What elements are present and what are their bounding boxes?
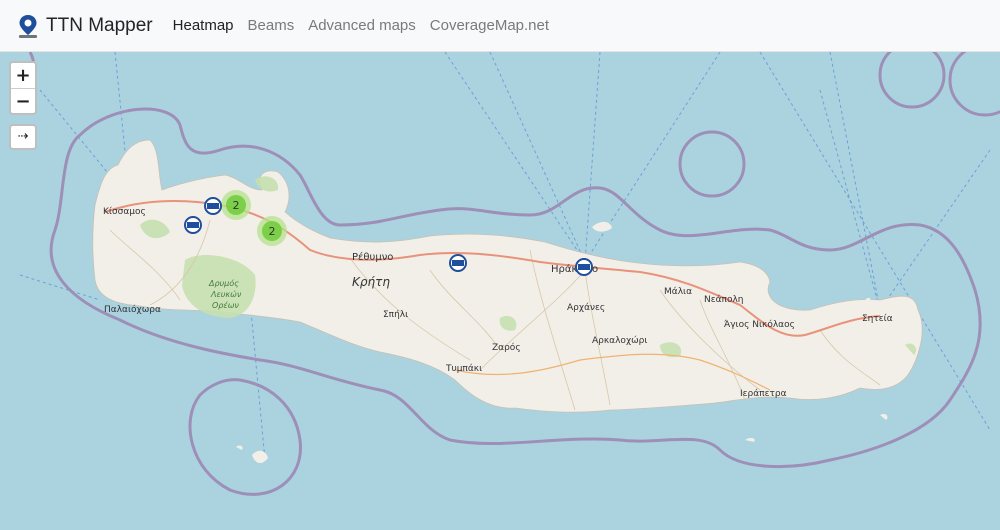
label-park: Ορέων bbox=[212, 300, 239, 310]
label-kriti: Κρήτη bbox=[352, 275, 390, 289]
zoom-in-button[interactable]: + bbox=[11, 63, 35, 89]
nav-heatmap[interactable]: Heatmap bbox=[173, 17, 234, 34]
label-agios-nikolaos: Άγιος Νικόλαος bbox=[724, 319, 795, 330]
label-tympaki: Τυμπάκι bbox=[445, 364, 482, 374]
label-spili: Σπήλι bbox=[383, 310, 408, 320]
brand-name: TTN Mapper bbox=[46, 14, 153, 36]
map-pin-icon bbox=[19, 14, 37, 38]
map-canvas: Κίσσαμος Ρέθυμνο Κρήτη Ηράκλειο Μάλια Νε… bbox=[0, 52, 1000, 530]
cluster-count: 2 bbox=[233, 199, 240, 212]
cluster-count: 2 bbox=[269, 225, 276, 238]
label-palaiochora: Παλαιόχωρα bbox=[104, 304, 161, 315]
gateway-icon[interactable] bbox=[575, 258, 593, 276]
map-view[interactable]: + − ⇢ Κίσσαμος Ρέθυμνο Κρήτη Ηράκλειο Μά… bbox=[0, 52, 1000, 530]
label-neapoli: Νεάπολη bbox=[704, 295, 744, 305]
nav-advanced-maps[interactable]: Advanced maps bbox=[308, 17, 416, 34]
gateway-icon[interactable] bbox=[204, 197, 222, 215]
nav-beams[interactable]: Beams bbox=[248, 17, 295, 34]
zoom-out-button[interactable]: − bbox=[11, 89, 35, 114]
label-ierapetra: Ιεράπετρα bbox=[740, 389, 787, 399]
label-park: Λευκών bbox=[210, 289, 242, 299]
marker-cluster[interactable]: 2 bbox=[221, 190, 251, 220]
label-zaros: Ζαρός bbox=[492, 342, 521, 353]
label-siteia: Σητεία bbox=[862, 314, 893, 324]
marker-cluster[interactable]: 2 bbox=[257, 216, 287, 246]
label-arkalochori: Αρκαλοχώρι bbox=[592, 335, 647, 346]
navbar: TTN Mapper Heatmap Beams Advanced maps C… bbox=[0, 0, 1000, 52]
expand-arrow-button[interactable]: ⇢ bbox=[9, 124, 37, 150]
brand-link[interactable]: TTN Mapper bbox=[16, 13, 153, 39]
label-archanes: Αρχάνες bbox=[567, 303, 605, 313]
gateway-icon[interactable] bbox=[449, 254, 467, 272]
label-kissamos: Κίσσαμος bbox=[103, 207, 146, 217]
label-malia: Μάλια bbox=[664, 287, 692, 297]
label-rethymno: Ρέθυμνο bbox=[352, 251, 393, 263]
zoom-control: + − bbox=[9, 61, 37, 115]
label-park: Δρυμός bbox=[208, 278, 239, 288]
gateway-icon[interactable] bbox=[184, 216, 202, 234]
nav-coveragemap[interactable]: CoverageMap.net bbox=[430, 17, 549, 34]
